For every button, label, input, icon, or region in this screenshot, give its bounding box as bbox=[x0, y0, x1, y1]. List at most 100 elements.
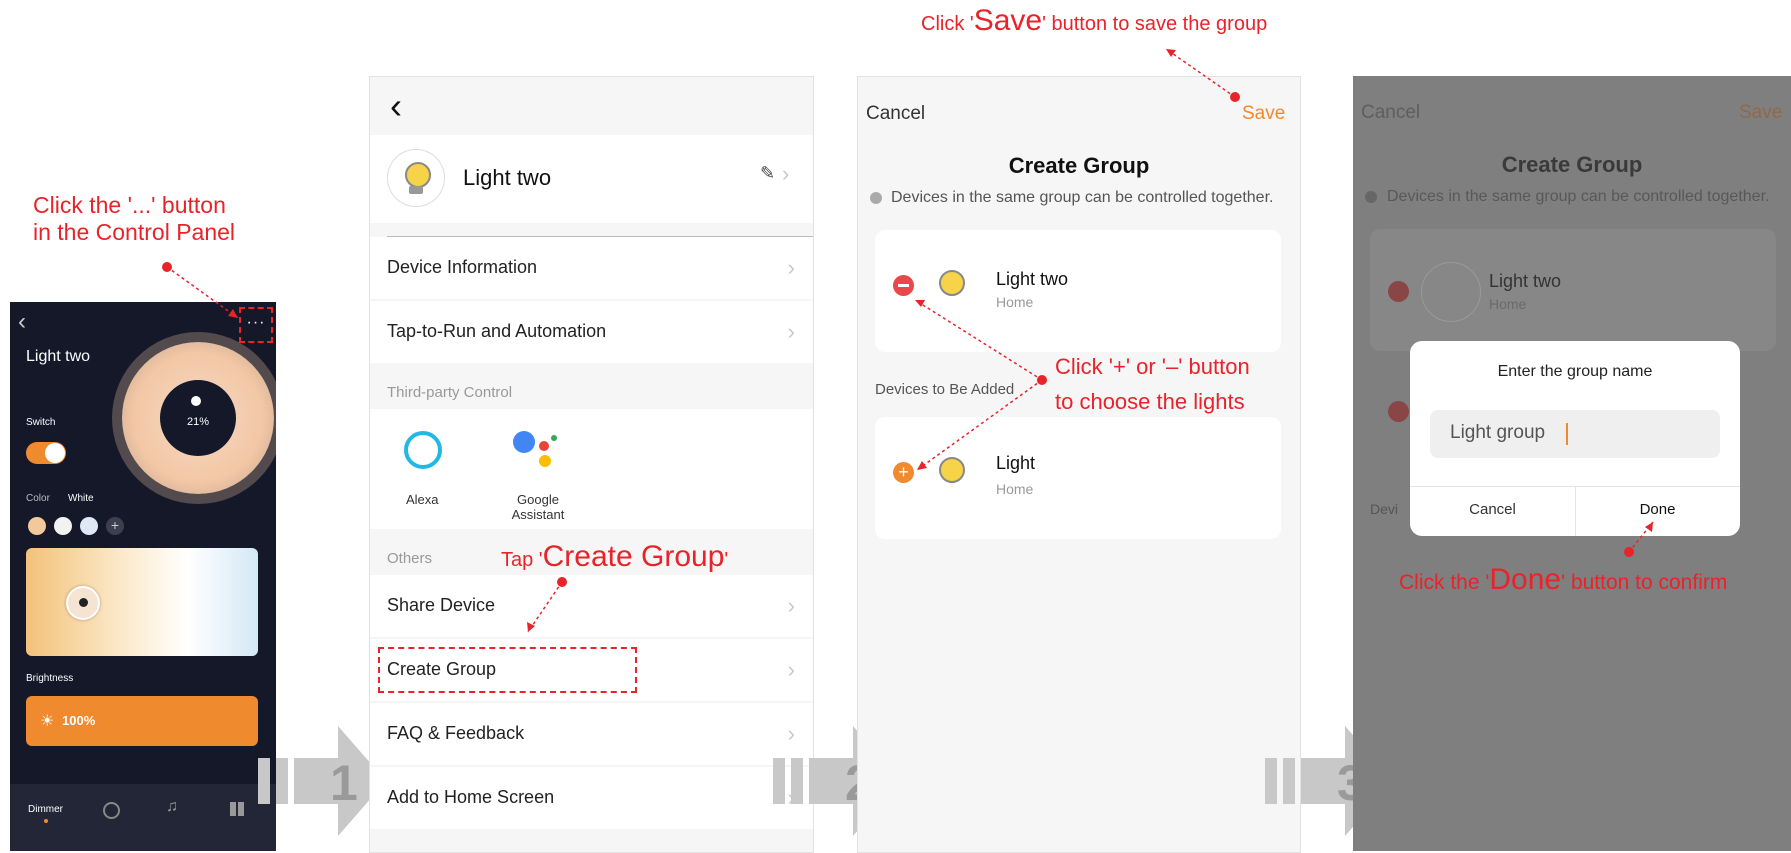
bg-device-room: Home bbox=[1489, 296, 1527, 312]
device-name: Light bbox=[996, 453, 1036, 473]
annotation-dot bbox=[1624, 547, 1634, 557]
minus-icon bbox=[1388, 281, 1409, 302]
alexa-icon[interactable] bbox=[404, 431, 442, 469]
add-device-button[interactable]: + bbox=[893, 462, 914, 483]
palette-icon[interactable] bbox=[103, 802, 120, 819]
save-annotation: Click 'Save' button to save the group bbox=[921, 4, 1268, 37]
annotation-dot bbox=[557, 577, 567, 587]
step0-annotation: Click the '...' button in the Control Pa… bbox=[33, 192, 236, 245]
swatch-warm[interactable] bbox=[28, 517, 46, 535]
group-name-screen: Cancel Save Create Group Devices in the … bbox=[1353, 76, 1791, 851]
info-text: Devices in the same group can be control… bbox=[891, 189, 1274, 206]
ga-blue bbox=[513, 431, 535, 453]
google-assistant-label: Google Assistant bbox=[511, 492, 565, 522]
cancel-button-dimmed: Cancel bbox=[1361, 102, 1421, 123]
settings-screen: ‹ Light two ✎ › Device Information › Tap-… bbox=[369, 76, 814, 853]
menu-add-to-home[interactable]: Add to Home Screen› bbox=[370, 767, 813, 829]
save-button[interactable]: Save bbox=[1242, 103, 1285, 125]
white-gradient-picker[interactable] bbox=[26, 548, 258, 656]
dial-center: 21% bbox=[160, 380, 236, 456]
handle-bulb-icon bbox=[79, 598, 88, 607]
added-device-card: Light two Home bbox=[875, 230, 1281, 352]
third-party-row: Alexa Google Assistant bbox=[370, 409, 813, 529]
input-value: Light group bbox=[1450, 422, 1546, 443]
chevron-right-icon: › bbox=[787, 255, 795, 280]
plus-minus-annotation: Click '+' or '–' button to choose the li… bbox=[1055, 354, 1250, 414]
toggle-knob bbox=[45, 443, 65, 463]
bottom-nav: Dimmer ♫ bbox=[10, 784, 276, 851]
nav-dimmer[interactable]: Dimmer bbox=[28, 804, 63, 823]
power-toggle[interactable] bbox=[26, 442, 66, 464]
step-arrow-1: 1 bbox=[258, 726, 386, 836]
section-to-be-added: Devices to Be Added bbox=[875, 381, 1015, 398]
to-add-device-card: + Light Home bbox=[875, 417, 1281, 539]
text-cursor bbox=[1566, 423, 1568, 445]
minus-icon bbox=[1388, 401, 1409, 422]
grid-icon[interactable] bbox=[230, 802, 244, 816]
chevron-right-icon: › bbox=[782, 161, 790, 186]
create-group-highlight bbox=[378, 647, 637, 693]
tab-white[interactable]: White bbox=[68, 493, 94, 504]
section-others: Others bbox=[387, 550, 433, 567]
swatch-cool[interactable] bbox=[80, 517, 98, 535]
bulb-icon bbox=[1421, 262, 1481, 322]
annotation-dot bbox=[1230, 92, 1240, 102]
bulb-icon bbox=[939, 270, 965, 296]
dialog-cancel-button[interactable]: Cancel bbox=[1410, 501, 1575, 518]
menu-tap-to-run[interactable]: Tap-to-Run and Automation › bbox=[370, 301, 813, 363]
remove-device-button[interactable] bbox=[893, 275, 914, 296]
device-avatar bbox=[387, 149, 445, 207]
bulb-icon bbox=[939, 457, 965, 483]
device-room: Home bbox=[996, 294, 1034, 310]
cancel-button[interactable]: Cancel bbox=[866, 103, 925, 125]
bulb-base bbox=[409, 186, 423, 194]
tab-color[interactable]: Color bbox=[26, 493, 50, 504]
device-name: Light two bbox=[26, 348, 91, 365]
done-annotation: Click the 'Done' button to confirm bbox=[1399, 563, 1728, 596]
ga-green bbox=[551, 435, 557, 441]
menu-faq-feedback[interactable]: FAQ & Feedback › bbox=[370, 703, 813, 765]
page-title-dimmed: Create Group bbox=[1501, 152, 1643, 177]
edit-icon[interactable]: ✎ bbox=[760, 163, 775, 184]
ga-yellow bbox=[539, 455, 551, 467]
swatch-white[interactable] bbox=[54, 517, 72, 535]
info-text-dimmed: Devices in the same group can be control… bbox=[1387, 188, 1770, 205]
bg-section-label: Devi bbox=[1370, 501, 1399, 517]
device-header-row[interactable]: Light two ✎ › bbox=[370, 135, 813, 223]
annotation-dot bbox=[162, 262, 172, 272]
menu-device-information[interactable]: Device Information › bbox=[370, 237, 813, 299]
switch-label: Switch bbox=[26, 417, 56, 428]
music-icon[interactable]: ♫ bbox=[166, 798, 178, 816]
back-icon[interactable]: ‹ bbox=[18, 308, 26, 336]
dialog-done-button[interactable]: Done bbox=[1575, 501, 1740, 518]
chevron-right-icon: › bbox=[787, 593, 795, 618]
chevron-right-icon: › bbox=[787, 319, 795, 344]
bulb-icon bbox=[191, 396, 201, 406]
alexa-label: Alexa bbox=[406, 492, 439, 507]
bg-device-name: Light two bbox=[1489, 271, 1562, 291]
picker-handle[interactable] bbox=[66, 586, 100, 620]
brightness-dial[interactable]: 21% bbox=[122, 342, 274, 494]
brightness-label: Brightness bbox=[26, 673, 74, 684]
step-number-1: 1 bbox=[330, 755, 358, 811]
brightness-slider[interactable]: ☀ 100% bbox=[26, 696, 258, 746]
device-name: Light two bbox=[463, 165, 552, 190]
save-button-dimmed: Save bbox=[1739, 102, 1783, 123]
create-group-annotation: Tap 'Create Group' bbox=[501, 540, 729, 573]
sun-icon: ☀ bbox=[40, 713, 55, 730]
arrow-1-shape bbox=[258, 726, 386, 836]
menu-share-device[interactable]: Share Device › bbox=[370, 575, 813, 637]
control-panel-screen: ‹ ··· Light two 21% Switch Color White +… bbox=[10, 302, 276, 851]
info-icon bbox=[1365, 191, 1377, 203]
nav-active-dot bbox=[43, 819, 48, 823]
more-button[interactable]: ··· bbox=[239, 307, 273, 343]
dial-percent: 21% bbox=[186, 416, 210, 428]
back-icon[interactable]: ‹ bbox=[390, 85, 402, 127]
brightness-value: 100% bbox=[62, 713, 96, 728]
info-icon bbox=[870, 192, 882, 204]
add-swatch-button[interactable]: + bbox=[106, 517, 124, 535]
create-group-screen: Cancel Save Create Group Devices in the … bbox=[857, 76, 1301, 853]
page-title: Create Group bbox=[1008, 153, 1150, 178]
google-assistant-icon[interactable] bbox=[513, 431, 563, 471]
group-name-input[interactable]: Light group bbox=[1430, 410, 1720, 458]
